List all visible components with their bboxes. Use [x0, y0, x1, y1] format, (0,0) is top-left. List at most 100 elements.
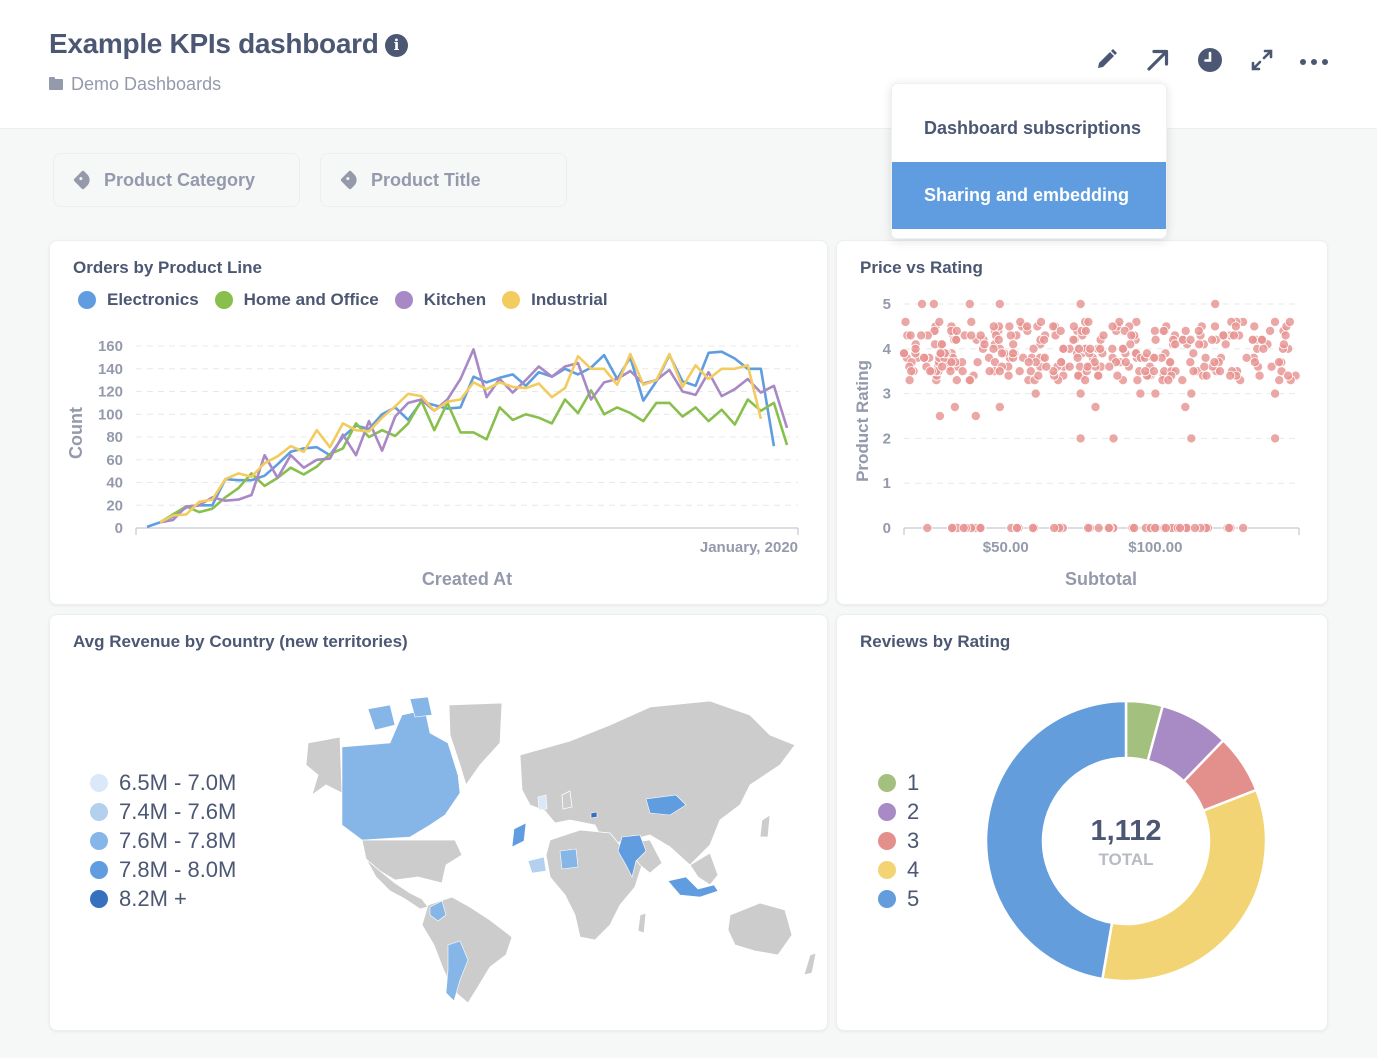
scatter-point: [994, 366, 1005, 377]
x-tick-label: January, 2020: [700, 539, 798, 556]
scatter-point: [1108, 433, 1119, 444]
y-axis-title: Count: [66, 407, 86, 459]
line-chart[interactable]: 0 20 40 60 80 100 120 140 160 January, 2020 Create…: [50, 241, 829, 606]
edit-button[interactable]: [1090, 44, 1122, 76]
scatter-point: [1028, 343, 1039, 354]
donut-total: 1,112: [1091, 815, 1162, 847]
scatter-point: [1075, 388, 1086, 399]
card-reviews-by-rating[interactable]: Reviews by Rating 1 2 3 4 5 1,112 TOTAL: [836, 614, 1328, 1031]
card-price-vs-rating[interactable]: Price vs Rating 0 1 2 3 4 5 $50.00 $100.00 Subto…: [836, 240, 1328, 605]
scatter-point: [919, 352, 930, 363]
scatter-point: [1228, 330, 1239, 341]
history-button[interactable]: [1194, 44, 1226, 76]
scatter-point: [964, 375, 975, 386]
scatter-point: [1148, 366, 1159, 377]
y-tick-label: 5: [883, 296, 891, 313]
collection-link[interactable]: Demo Dashboards: [71, 74, 221, 95]
clock-icon: [1198, 48, 1222, 72]
menu-item-sharing-and-embedding[interactable]: Sharing and embedding: [892, 162, 1166, 229]
scatter-point: [1027, 522, 1038, 533]
scatter-point: [947, 522, 958, 533]
scatter-point: [1269, 316, 1280, 327]
scatter-point: [899, 348, 910, 359]
scatter-point: [1039, 334, 1050, 345]
scatter-point: [1093, 370, 1104, 381]
scatter-point: [925, 366, 936, 377]
scatter-point: [1064, 361, 1075, 372]
scatter-point: [1073, 343, 1084, 354]
scatter-point: [1107, 343, 1118, 354]
folder-icon: [49, 77, 63, 90]
y-tick-label: 60: [106, 452, 123, 469]
scatter-points: [899, 299, 1301, 533]
card-avg-revenue-by-country[interactable]: Avg Revenue by Country (new territories)…: [49, 614, 828, 1031]
y-tick-label: 160: [98, 338, 123, 355]
dashboard-header: Example KPIs dashboard i Demo Dashboards: [0, 0, 1377, 129]
scatter-point: [1180, 325, 1191, 336]
x-tick-label: $100.00: [1128, 539, 1182, 556]
info-icon[interactable]: i: [385, 34, 408, 57]
filter-product-title[interactable]: Product Title: [320, 153, 567, 207]
scatter-point: [1039, 352, 1050, 363]
toolbar: [1090, 44, 1350, 76]
filter-label: Product Category: [104, 169, 256, 190]
scatter-point: [994, 401, 1005, 412]
y-tick-label: 20: [106, 497, 123, 514]
scatter-point: [1200, 352, 1211, 363]
more-menu: Dashboard subscriptions Sharing and embe…: [891, 83, 1167, 239]
scatter-point: [1265, 325, 1276, 336]
scatter-point: [1132, 375, 1143, 386]
scatter-point: [1210, 299, 1221, 310]
scatter-point: [1082, 361, 1093, 372]
scatter-point: [1095, 343, 1106, 354]
open-button[interactable]: [1142, 44, 1174, 76]
series-line-kitchen: [159, 348, 789, 524]
scatter-point: [1135, 388, 1146, 399]
scatter-point: [1011, 522, 1022, 533]
y-tick-label: 140: [98, 361, 123, 378]
scatter-point: [1075, 433, 1086, 444]
scatter-point: [1080, 325, 1091, 336]
more-button[interactable]: [1298, 44, 1330, 76]
filter-product-category[interactable]: Product Category: [53, 153, 300, 207]
map-region-australia: [727, 902, 793, 956]
scatter-point: [1090, 401, 1101, 412]
scatter-point: [984, 366, 995, 377]
fullscreen-button[interactable]: [1246, 44, 1278, 76]
scatter-point: [1188, 348, 1199, 359]
scatter-chart[interactable]: 0 1 2 3 4 5 $50.00 $100.00 Subtotal Product Ratin…: [837, 241, 1329, 606]
card-orders-by-product-line[interactable]: Orders by Product Line Electronics Home …: [49, 240, 828, 605]
y-tick-label: 1: [883, 475, 891, 492]
menu-item-dashboard-subscriptions[interactable]: Dashboard subscriptions: [892, 95, 1166, 162]
filter-label: Product Title: [371, 169, 481, 190]
breadcrumb[interactable]: Demo Dashboards: [49, 74, 221, 95]
scatter-point: [979, 339, 990, 350]
scatter-point: [1249, 357, 1260, 368]
scatter-point: [946, 357, 957, 368]
scatter-point: [1258, 343, 1269, 354]
scatter-point: [1058, 343, 1069, 354]
scatter-point: [1185, 357, 1196, 368]
y-tick-label: 40: [106, 475, 123, 492]
series-line-home-and-office: [159, 389, 789, 524]
scatter-point: [1056, 357, 1067, 368]
scatter-point: [951, 325, 962, 336]
scatter-point: [964, 299, 975, 310]
scatter-point: [1083, 522, 1094, 533]
donut-chart[interactable]: 1,112 TOTAL: [837, 615, 1329, 1032]
scatter-point: [1247, 334, 1258, 345]
scatter-point: [1177, 375, 1188, 386]
scatter-point: [928, 299, 939, 310]
scatter-point: [1254, 370, 1265, 381]
scatter-point: [917, 299, 928, 310]
scatter-point: [1280, 330, 1291, 341]
scatter-point: [958, 522, 969, 533]
scatter-point: [1160, 522, 1171, 533]
scatter-point: [1049, 522, 1060, 533]
world-map[interactable]: [50, 615, 829, 1032]
scatter-point: [1004, 321, 1015, 332]
scatter-point: [1107, 321, 1118, 332]
scatter-point: [934, 410, 945, 421]
scatter-point: [910, 343, 921, 354]
scatter-point: [951, 375, 962, 386]
